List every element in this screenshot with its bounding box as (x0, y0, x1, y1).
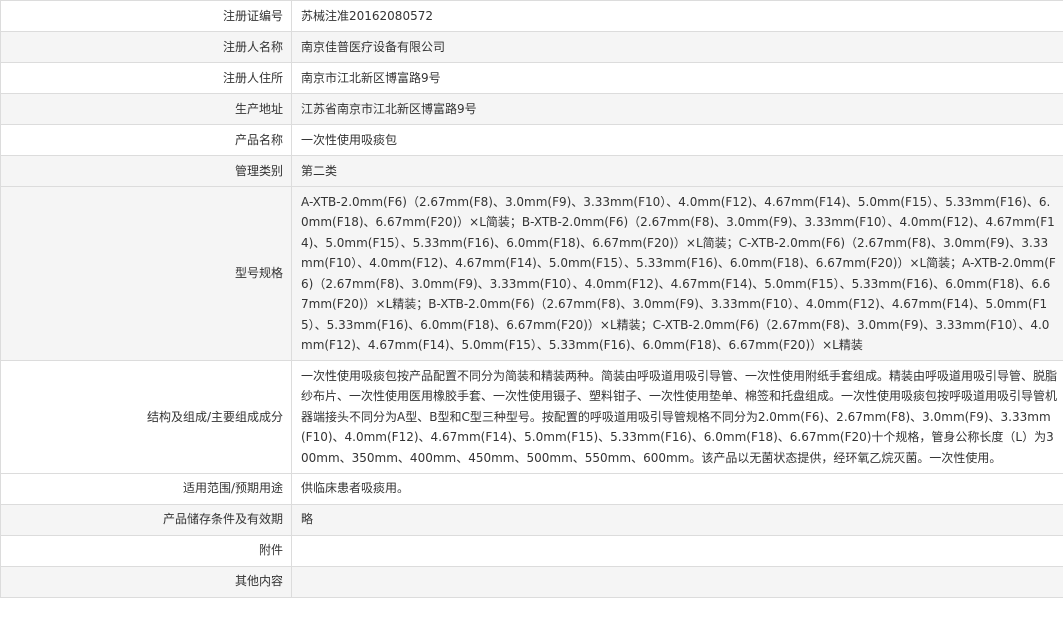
row-value: 苏械注准20162080572 (291, 0, 1063, 32)
row-label: 型号规格 (0, 186, 292, 361)
table-row-production-address: 生产地址 江苏省南京市江北新区博富路9号 (0, 93, 1063, 125)
row-value: 第二类 (291, 155, 1063, 187)
row-value: A-XTB-2.0mm(F6)（2.67mm(F8)、3.0mm(F9)、3.3… (291, 186, 1063, 361)
row-value (291, 565, 1063, 598)
row-value: 一次性使用吸痰包 (291, 124, 1063, 156)
row-label: 生产地址 (0, 93, 292, 125)
table-row-management-category: 管理类别 第二类 (0, 155, 1063, 187)
table-row-registration-number: 注册证编号 苏械注准20162080572 (0, 0, 1063, 32)
registration-detail-table: 注册证编号 苏械注准20162080572 注册人名称 南京佳普医疗设备有限公司… (0, 0, 1063, 598)
row-label: 产品储存条件及有效期 (0, 503, 292, 536)
row-label: 附件 (0, 534, 292, 567)
row-label: 注册证编号 (0, 0, 292, 32)
table-row-model-specification: 型号规格 A-XTB-2.0mm(F6)（2.67mm(F8)、3.0mm(F9… (0, 186, 1063, 361)
row-label: 注册人住所 (0, 62, 292, 94)
table-row-registrant-name: 注册人名称 南京佳普医疗设备有限公司 (0, 31, 1063, 63)
row-value: 供临床患者吸痰用。 (291, 472, 1063, 505)
table-row-product-name: 产品名称 一次性使用吸痰包 (0, 124, 1063, 156)
row-label: 其他内容 (0, 565, 292, 598)
row-label: 管理类别 (0, 155, 292, 187)
row-value: 略 (291, 503, 1063, 536)
table-row-registrant-address: 注册人住所 南京市江北新区博富路9号 (0, 62, 1063, 94)
row-value: 江苏省南京市江北新区博富路9号 (291, 93, 1063, 125)
row-label: 适用范围/预期用途 (0, 472, 292, 505)
row-value (291, 534, 1063, 567)
row-value: 南京市江北新区博富路9号 (291, 62, 1063, 94)
row-value: 一次性使用吸痰包按产品配置不同分为简装和精装两种。简装由呼吸道用吸引导管、一次性… (291, 360, 1063, 474)
table-row-attachments: 附件 (0, 534, 1063, 567)
row-value: 南京佳普医疗设备有限公司 (291, 31, 1063, 63)
row-label: 注册人名称 (0, 31, 292, 63)
row-label: 产品名称 (0, 124, 292, 156)
table-row-intended-use: 适用范围/预期用途 供临床患者吸痰用。 (0, 472, 1063, 505)
table-row-structure-composition: 结构及组成/主要组成成分 一次性使用吸痰包按产品配置不同分为简装和精装两种。简装… (0, 360, 1063, 474)
row-label: 结构及组成/主要组成成分 (0, 360, 292, 474)
table-row-storage-validity: 产品储存条件及有效期 略 (0, 503, 1063, 536)
table-row-other-content: 其他内容 (0, 565, 1063, 598)
